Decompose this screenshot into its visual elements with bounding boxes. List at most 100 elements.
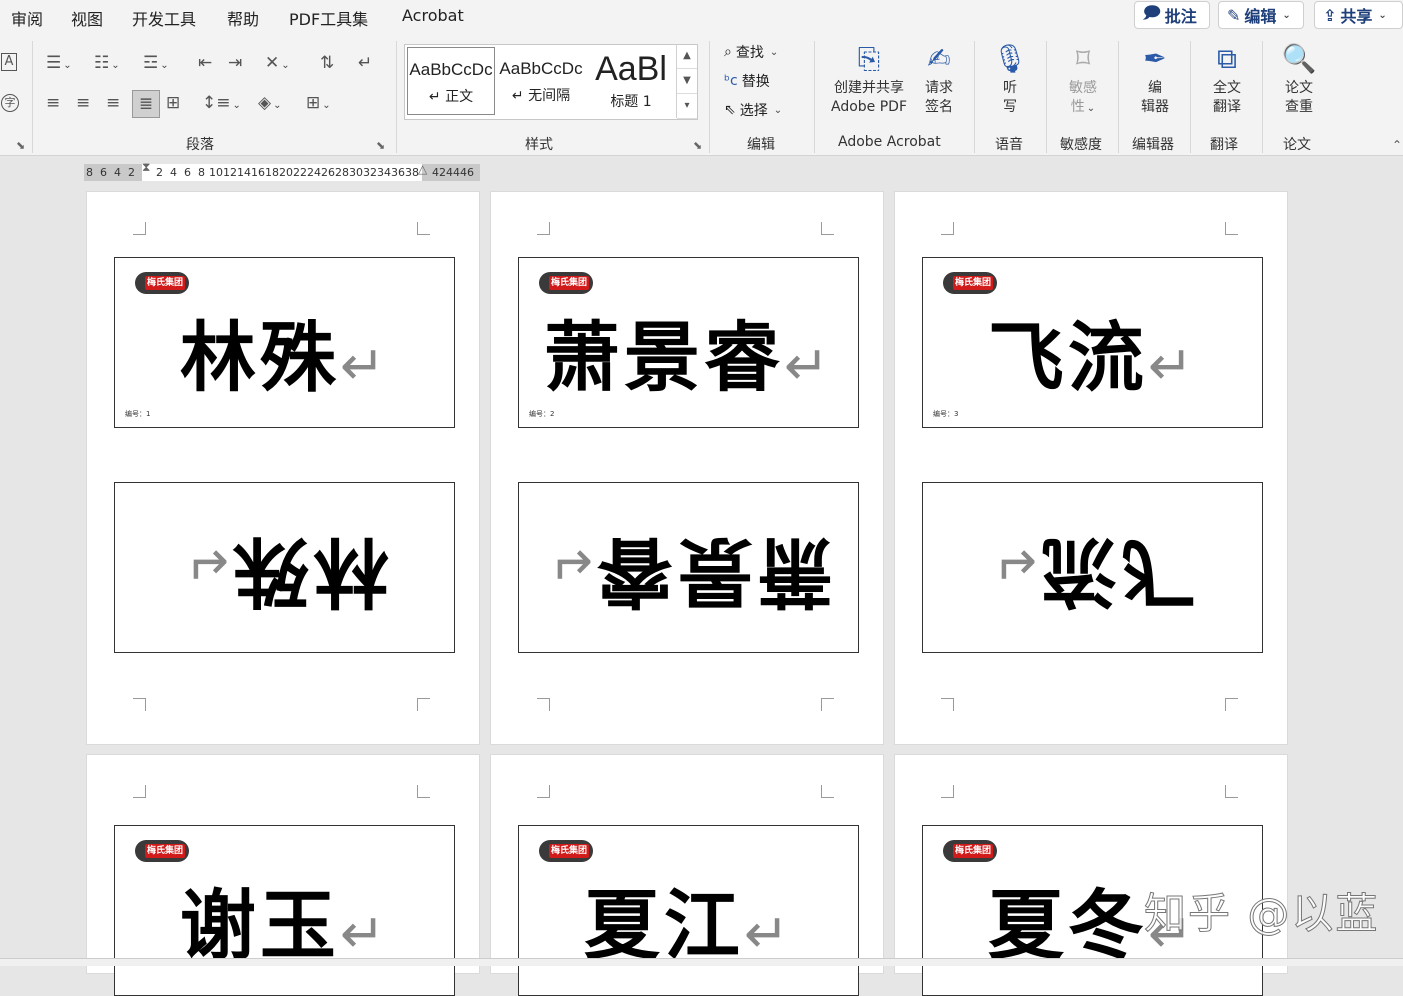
name-card[interactable]: 梅氏集团 林殊↵ 编号：1 [114,257,455,428]
paragraph-dialog-launcher-icon[interactable]: ⬊ [376,139,385,152]
company-logo: 梅氏集团 [135,840,189,862]
align-center-icon[interactable]: ≡ [76,93,90,113]
page[interactable]: 梅氏集团 飞流↵ 编号：3 飞流↵ [894,191,1288,745]
collapse-ribbon-icon[interactable]: ⌃ [1392,135,1402,155]
dictate-label-2: 写 [1003,99,1017,115]
ruler-tick: 44 [446,166,460,179]
ruler-tick: 6 [100,166,107,179]
share-button[interactable]: ⇪ 共享 ⌄ [1314,1,1403,29]
card-name: 林殊 [179,313,340,402]
menu-acrobat[interactable]: Acrobat [402,6,464,25]
horizontal-ruler[interactable]: 8 6 4 2 ⧗ 2 4 6 8 10 12 14 16 18 20 22 2… [84,160,480,181]
justify-icon[interactable]: ≣ [132,90,160,118]
style-normal[interactable]: AaBbCcDc ↵ 正文 [407,47,495,115]
shading-icon[interactable]: ◈ ⌄ [258,93,281,116]
select-button[interactable]: ⇖ 选择 ⌄ [724,100,782,120]
borders-icon[interactable]: ⊞ ⌄ [306,93,331,116]
create-share-label: 创建并共享 [834,80,904,96]
card-name-line: 飞流↵ [923,296,1262,406]
name-card-flipped[interactable]: 林殊↵ [114,482,455,653]
bullets-icon[interactable]: ☰ ⌄ [46,53,72,76]
align-left-icon[interactable]: ≡ [46,93,60,113]
multilevel-list-icon[interactable]: ☲ ⌄ [143,53,169,76]
dictate-button[interactable]: 🎙 听 写 [990,41,1030,117]
menu-help[interactable]: 帮助 [227,6,259,30]
name-card-flipped[interactable]: 飞流↵ [922,482,1263,653]
request-sign-button[interactable]: ✍ 请求 签名 [916,41,962,117]
align-right-icon[interactable]: ≡ [106,93,120,113]
style-sample: AaBbCcDc [499,59,583,78]
indent-marker-icon[interactable]: ⧗ [142,160,150,175]
chevron-down-icon: ⌄ [1282,9,1291,21]
page[interactable]: 梅氏集团 夏江↵ [490,754,884,996]
name-card-flipped[interactable]: 萧景睿↵ [518,482,859,653]
name-card[interactable]: 梅氏集团 谢玉↵ [114,825,455,996]
paper-check-button[interactable]: 🔍 论文 查重 [1276,41,1322,117]
editor-button[interactable]: ✒ 编 辑器 [1132,41,1178,117]
group-acrobat-label: Adobe Acrobat [838,134,941,150]
replace-button[interactable]: ᵇc 替换 [724,71,770,91]
ruler-tick: 18 [265,166,279,179]
signature-icon: ✍ [927,42,951,75]
return-mark-icon: ↵ [1147,334,1198,397]
style-sample: AaBbCcDc [409,60,493,79]
menu-pdf-tools[interactable]: PDF工具集 [289,6,368,30]
increase-indent-icon[interactable]: ⇥ [228,53,242,73]
ruler-tick: 8 [86,166,93,179]
right-indent-marker-icon[interactable]: △ [418,162,427,176]
replace-label: 替换 [741,74,770,90]
logo-text: 梅氏集团 [953,844,993,858]
page[interactable]: 梅氏集团 谢玉↵ [86,754,480,996]
comment-button[interactable]: 🗩 批注 [1134,1,1210,29]
name-card[interactable]: 梅氏集团 夏江↵ [518,825,859,996]
menu-view[interactable]: 视图 [71,6,103,30]
corner-mark [133,222,146,235]
page[interactable]: 梅氏集团 夏冬↵ [894,754,1288,996]
share-icon: ⇪ [1323,5,1337,25]
decrease-indent-icon[interactable]: ⇤ [198,53,212,73]
company-logo: 梅氏集团 [135,272,189,294]
ruler-tick: 38 [405,166,419,179]
style-name: ↵ 无间隔 [511,88,571,104]
group-editing-label: 编辑 [747,137,775,153]
replace-icon: ᵇc [724,73,738,89]
edit-mode-button[interactable]: ✎ 编辑 ⌄ [1218,1,1304,29]
separator [709,41,710,153]
ruler-tick: 46 [460,166,474,179]
page[interactable]: 梅氏集团 林殊↵ 编号：1 林殊↵ [86,191,480,745]
style-no-spacing[interactable]: AaBbCcDc ↵ 无间隔 [497,47,585,115]
scroll-up-icon[interactable]: ▲ [677,44,697,69]
style-heading-1[interactable]: AaBl 标题 1 [587,47,675,115]
name-card[interactable]: 梅氏集团 萧景睿↵ 编号：2 [518,257,859,428]
ruler-tick: 32 [363,166,377,179]
show-marks-icon[interactable]: ↵ [358,53,372,73]
font-dialog-launcher-icon[interactable]: ⬊ [16,139,25,152]
distributed-icon[interactable]: ⊞ [166,93,180,113]
name-card[interactable]: 梅氏集团 飞流↵ 编号：3 [922,257,1263,428]
menu-developer[interactable]: 开发工具 [132,6,196,30]
editor-label-2: 辑器 [1141,99,1169,115]
chevron-down-icon: ⌄ [1378,9,1387,21]
scroll-down-icon[interactable]: ▼ [677,69,697,94]
ruler-tick: 20 [279,166,293,179]
char-border-icon[interactable]: A [1,53,17,71]
enclose-char-icon[interactable]: 字 [1,94,19,112]
page[interactable]: 梅氏集团 萧景睿↵ 编号：2 萧景睿↵ [490,191,884,745]
menu-review[interactable]: 审阅 [11,6,43,30]
card-name: 萧景睿 [593,527,834,616]
more-styles-icon[interactable]: ▾ [677,94,697,119]
ruler-tick: 10 [209,166,223,179]
text-direction-icon[interactable]: ✕ ⌄ [265,53,290,76]
translate-button[interactable]: ⧉ 全文 翻译 [1204,41,1250,117]
line-spacing-icon[interactable]: ↕≡ ⌄ [202,93,241,116]
find-button[interactable]: ⌕ 查找 ⌄ [724,42,778,62]
adobe-pdf-label: Adobe PDF [830,99,907,115]
sensitivity-button[interactable]: ⌑ 敏感 性 ⌄ [1060,41,1106,118]
styles-dialog-launcher-icon[interactable]: ⬊ [693,139,702,152]
translate-label-2: 翻译 [1213,99,1241,115]
card-name: 谢玉 [179,881,340,970]
ruler-tick: 4 [114,166,121,179]
numbering-icon[interactable]: ☷ ⌄ [94,53,120,76]
sort-icon[interactable]: ⇅ [320,53,334,73]
create-share-pdf-button[interactable]: ⎘ 创建并共享 Adobe PDF [826,41,912,117]
